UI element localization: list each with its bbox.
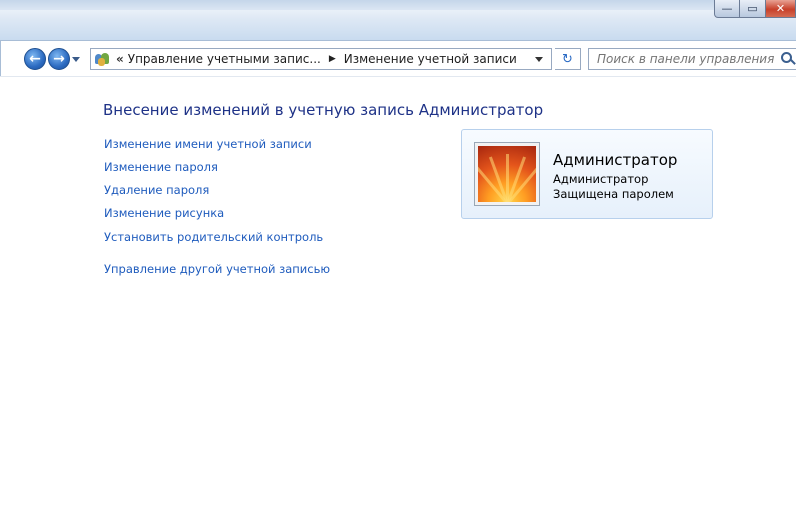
address-bar[interactable]: « Управление учетными запис... ▶ Изменен… (90, 48, 552, 70)
title-bar-frame (0, 0, 796, 10)
breadcrumb-item-change-account[interactable]: Изменение учетной записи (344, 52, 517, 66)
breadcrumb-item-user-accounts[interactable]: Управление учетными запис... (128, 52, 321, 66)
breadcrumb-separator-icon[interactable]: ▶ (329, 54, 336, 64)
change-password-link[interactable]: Изменение пароля (104, 160, 218, 174)
breadcrumb-overflow[interactable]: « (116, 52, 124, 66)
user-accounts-icon (94, 51, 110, 67)
change-name-link[interactable]: Изменение имени учетной записи (104, 137, 312, 151)
manage-another-account-link[interactable]: Управление другой учетной записью (104, 262, 330, 276)
caption-buttons: — ▭ ✕ (714, 0, 796, 18)
search-input[interactable] (595, 51, 777, 67)
maximize-button[interactable]: ▭ (740, 0, 766, 18)
back-button[interactable]: ← (24, 48, 46, 70)
avatar (474, 142, 540, 206)
navigation-bar: ← → « Управление учетными запис... ▶ Изм… (0, 44, 796, 72)
change-picture-link[interactable]: Изменение рисунка (104, 206, 224, 220)
search-icon[interactable] (781, 52, 796, 66)
parental-controls-link[interactable]: Установить родительский контроль (104, 230, 323, 244)
main-content: Внесение изменений в учетную запись Адми… (0, 76, 796, 529)
refresh-button[interactable]: ↻ (555, 48, 581, 70)
search-box[interactable] (588, 48, 796, 70)
remove-password-link[interactable]: Удаление пароля (104, 183, 209, 197)
user-account-card: Администратор Администратор Защищена пар… (461, 129, 713, 219)
address-dropdown-icon[interactable] (535, 57, 543, 62)
page-title: Внесение изменений в учетную запись Адми… (103, 101, 544, 119)
window: — ▭ ✕ ← → « Управление учетными запис...… (0, 0, 796, 529)
close-button[interactable]: ✕ (766, 0, 796, 18)
user-name: Администратор (553, 151, 678, 169)
password-status: Защищена паролем (553, 187, 674, 201)
user-role: Администратор (553, 172, 649, 186)
recent-pages-dropdown[interactable] (72, 57, 80, 62)
forward-button[interactable]: → (48, 48, 70, 70)
title-bar[interactable]: — ▭ ✕ (0, 0, 796, 41)
minimize-button[interactable]: — (714, 0, 740, 18)
